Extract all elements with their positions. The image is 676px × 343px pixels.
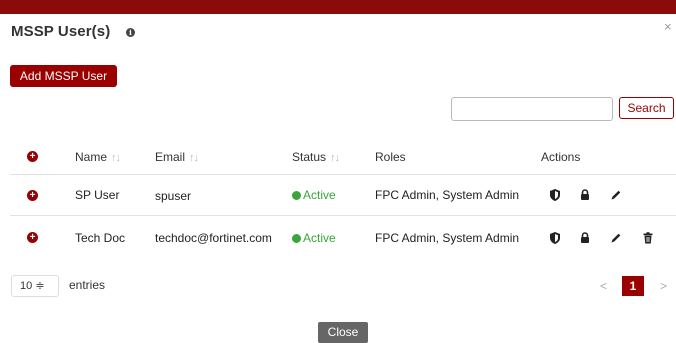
shield-icon[interactable] <box>548 231 562 245</box>
close-button[interactable]: Close <box>318 322 368 343</box>
column-header-status[interactable]: Status ↑↓ <box>292 150 340 164</box>
sort-icon[interactable]: ↑↓ <box>189 152 199 164</box>
row-2-status: Active <box>303 231 336 245</box>
status-dot-icon <box>292 234 301 243</box>
previous-page-button[interactable]: < <box>600 279 607 293</box>
search-button[interactable]: Search <box>619 97 674 119</box>
add-mssp-user-button[interactable]: Add MSSP User <box>10 65 117 87</box>
dialog-top-bar <box>0 0 676 14</box>
row-divider <box>10 215 676 216</box>
row-2-roles: FPC Admin, System Admin <box>375 231 520 245</box>
column-header-status-label: Status <box>292 150 327 164</box>
row-1-roles: FPC Admin, System Admin <box>375 188 520 202</box>
table-divider <box>10 174 676 175</box>
pencil-icon[interactable] <box>609 188 623 202</box>
column-header-email[interactable]: Email ↑↓ <box>155 150 199 164</box>
column-header-name[interactable]: Name ↑↓ <box>75 150 121 164</box>
info-icon[interactable]: i <box>126 28 135 37</box>
lock-icon[interactable] <box>578 231 592 245</box>
search-input[interactable] <box>451 97 613 121</box>
page-1-button[interactable]: 1 <box>622 276 644 296</box>
lock-icon[interactable] <box>578 188 592 202</box>
row-1-email: spuser <box>155 189 192 203</box>
row-1-status: Active <box>303 188 336 202</box>
column-header-actions: Actions <box>541 150 581 164</box>
next-page-button[interactable]: > <box>660 279 667 293</box>
column-header-name-label: Name <box>75 150 108 164</box>
row-expand-icon[interactable]: + <box>27 232 38 243</box>
column-header-roles: Roles <box>375 150 406 164</box>
status-badge: Active <box>292 188 336 202</box>
row-expand-icon[interactable]: + <box>27 190 38 201</box>
select-arrow-icon: ≑ <box>35 280 45 292</box>
row-1-name: SP User <box>75 188 120 202</box>
status-dot-icon <box>292 191 301 200</box>
status-badge: Active <box>292 231 336 245</box>
entries-label: entries <box>69 278 106 292</box>
shield-icon[interactable] <box>548 188 562 202</box>
page-size-value: 10 <box>20 280 33 292</box>
row-2-name: Tech Doc <box>75 231 126 245</box>
close-icon[interactable]: × <box>664 20 672 33</box>
expand-all-icon[interactable]: + <box>27 151 38 162</box>
sort-icon[interactable]: ↑↓ <box>330 152 340 164</box>
page-size-select[interactable]: 10 ≑ <box>11 275 59 297</box>
pencil-icon[interactable] <box>609 231 623 245</box>
trash-icon[interactable] <box>641 231 655 245</box>
sort-icon[interactable]: ↑↓ <box>111 152 121 164</box>
column-header-email-label: Email <box>155 150 186 164</box>
row-2-email: techdoc@fortinet.com <box>155 231 272 245</box>
dialog-title: MSSP User(s) <box>11 23 111 40</box>
